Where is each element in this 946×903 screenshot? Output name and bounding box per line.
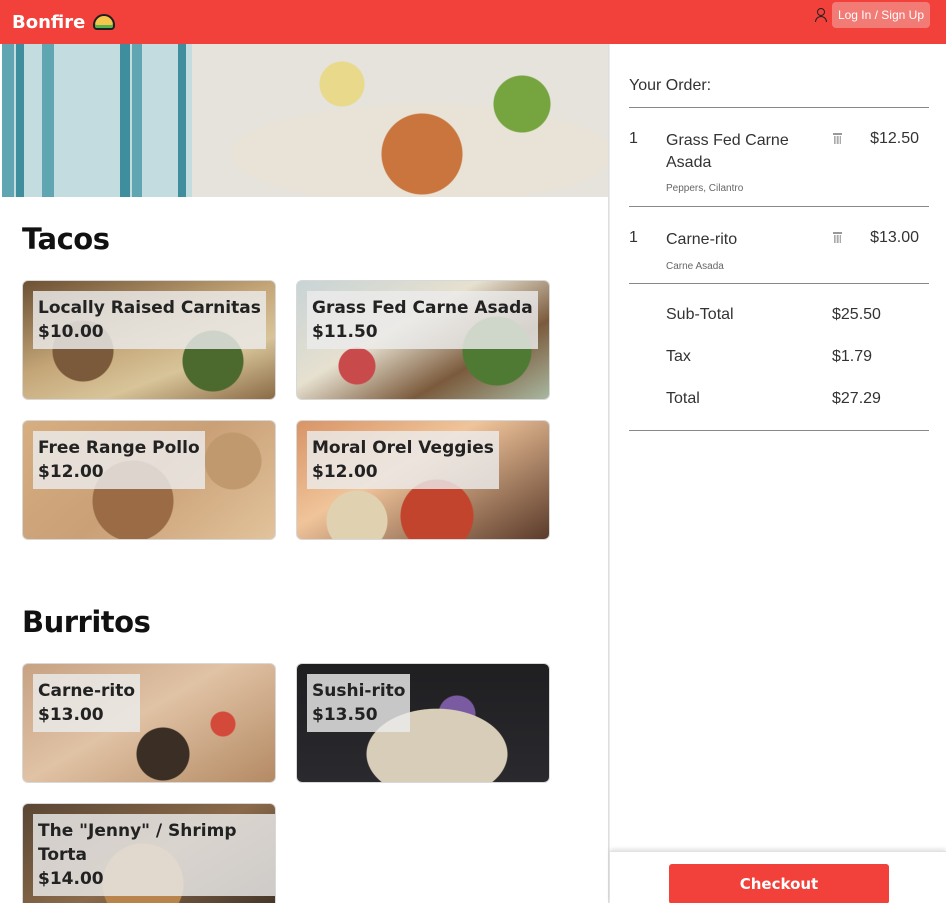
line-modifiers: Peppers, Cilantro <box>666 183 744 194</box>
taco-icon <box>93 14 116 30</box>
trash-icon[interactable] <box>833 133 842 144</box>
brand-logo[interactable]: Bonfire <box>12 9 116 35</box>
line-item-name: Carne-rito <box>666 231 738 248</box>
menu-card-veggies[interactable]: Moral Orel Veggies $12.00 <box>296 420 550 540</box>
item-name: Carne-rito <box>38 681 136 701</box>
section-title-burritos: Burritos <box>22 605 151 639</box>
item-price: $10.00 <box>38 322 104 342</box>
card-label: Moral Orel Veggies $12.00 <box>307 431 499 489</box>
line-price: $12.50 <box>870 130 919 147</box>
tax-label: Tax <box>666 348 691 365</box>
line-price: $13.00 <box>870 229 919 246</box>
item-name: Grass Fed Carne Asada <box>312 298 533 318</box>
card-label: Grass Fed Carne Asada $11.50 <box>307 291 538 349</box>
burritos-grid: Carne-rito $13.00 Sushi-rito $13.50 The … <box>22 663 550 903</box>
app-root: Bonfire Log In / Sign Up Tacos Locally R… <box>0 0 946 903</box>
line-item-name: Grass Fed Carne Asada <box>666 132 789 171</box>
divider <box>629 430 929 431</box>
item-name: Locally Raised Carnitas <box>38 298 261 318</box>
tax-value: $1.79 <box>832 348 873 365</box>
line-quantity: 1 <box>629 130 638 147</box>
menu-card-carne-asada[interactable]: Grass Fed Carne Asada $11.50 <box>296 280 550 400</box>
menu-card-carne-rito[interactable]: Carne-rito $13.00 <box>22 663 276 783</box>
item-price: $13.50 <box>312 705 378 725</box>
brand-name: Bonfire <box>12 11 86 33</box>
menu-card-sushi-rito[interactable]: Sushi-rito $13.50 <box>296 663 550 783</box>
section-title-tacos: Tacos <box>22 222 110 256</box>
item-price: $11.50 <box>312 322 378 342</box>
line-modifiers: Carne Asada <box>666 261 724 272</box>
divider <box>629 283 929 284</box>
card-label: Sushi-rito $13.50 <box>307 674 411 732</box>
checkout-bar: Checkout <box>610 851 946 903</box>
checkout-button[interactable]: Checkout <box>669 864 889 903</box>
card-label: Carne-rito $13.00 <box>33 674 141 732</box>
login-area: Log In / Sign Up <box>814 2 930 28</box>
item-price: $14.00 <box>38 869 104 889</box>
trash-icon[interactable] <box>833 232 842 243</box>
divider <box>629 107 929 108</box>
item-name: The "Jenny" / Shrimp Torta <box>38 821 237 865</box>
card-label: Free Range Pollo $12.00 <box>33 431 205 489</box>
total-value: $27.29 <box>832 390 881 407</box>
menu-card-carnitas[interactable]: Locally Raised Carnitas $10.00 <box>22 280 276 400</box>
user-icon <box>814 8 828 22</box>
menu-card-pollo[interactable]: Free Range Pollo $12.00 <box>22 420 276 540</box>
item-name: Free Range Pollo <box>38 438 200 458</box>
item-price: $13.00 <box>38 705 104 725</box>
item-price: $12.00 <box>38 462 104 482</box>
hero-image <box>2 44 608 197</box>
card-label: The "Jenny" / Shrimp Torta $14.00 <box>33 814 275 896</box>
subtotal-label: Sub-Total <box>666 306 734 323</box>
login-signup-button[interactable]: Log In / Sign Up <box>831 2 930 28</box>
subtotal-value: $25.50 <box>832 306 881 323</box>
item-price: $12.00 <box>312 462 378 482</box>
tacos-grid: Locally Raised Carnitas $10.00 Grass Fed… <box>22 280 550 540</box>
menu-column[interactable]: Tacos Locally Raised Carnitas $10.00 Gra… <box>0 44 608 903</box>
divider <box>629 206 929 207</box>
item-name: Sushi-rito <box>312 681 406 701</box>
menu-card-jenny-torta[interactable]: The "Jenny" / Shrimp Torta $14.00 <box>22 803 276 903</box>
order-title: Your Order: <box>629 77 712 94</box>
order-panel: Your Order: 1 Grass Fed Carne Asada $12.… <box>610 44 946 903</box>
line-quantity: 1 <box>629 229 638 246</box>
item-name: Moral Orel Veggies <box>312 438 494 458</box>
top-bar: Bonfire Log In / Sign Up <box>0 0 946 44</box>
card-label: Locally Raised Carnitas $10.00 <box>33 291 266 349</box>
total-label: Total <box>666 390 700 407</box>
